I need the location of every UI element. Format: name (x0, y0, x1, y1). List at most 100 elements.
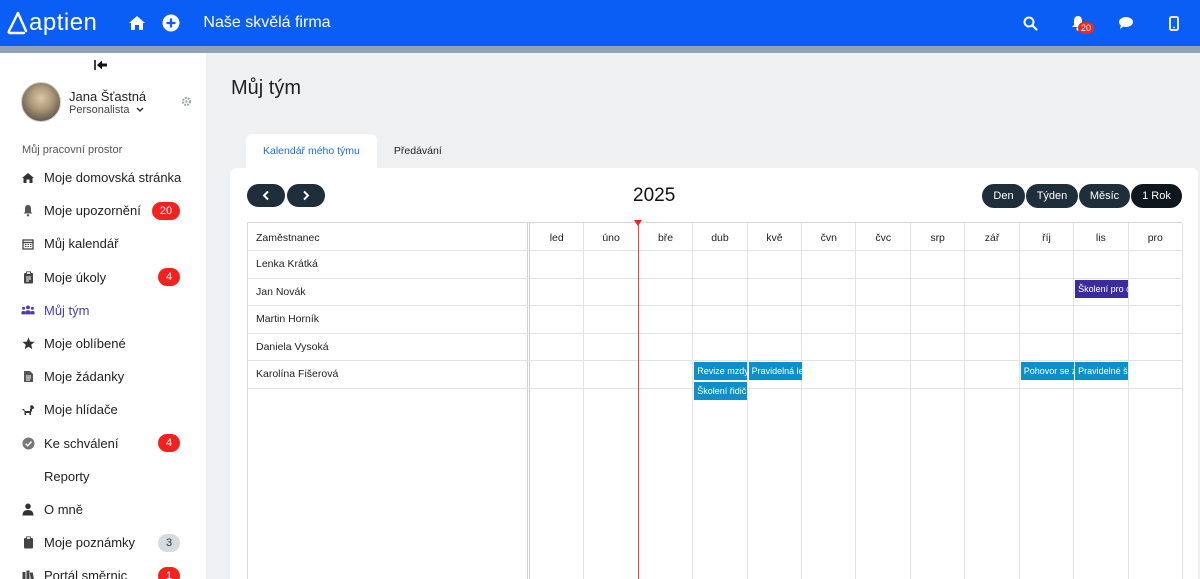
view-year-button[interactable]: 1 Rok (1131, 184, 1182, 208)
sidebar-item-label: Moje hlídače (44, 402, 118, 418)
tab-team-calendar[interactable]: Kalendář mého týmu (246, 134, 377, 168)
next-year-button[interactable] (287, 184, 325, 207)
user-profile[interactable]: Jana Šťastná Personalista (21, 82, 146, 122)
view-day-button[interactable]: Den (982, 184, 1025, 208)
month-label: lis (1095, 232, 1106, 244)
month-column: úno (584, 223, 639, 579)
tabs: Kalendář mého týmu Předávání (246, 134, 459, 168)
sidebar-item-label: Reporty (44, 468, 90, 484)
sidebar-item-approvals[interactable]: Ke schválení 4 (0, 427, 206, 460)
employee-name[interactable]: Karolína Fišerová (256, 368, 338, 380)
sidebar-item-about-me[interactable]: O mně (0, 493, 206, 526)
month-column: led (530, 223, 585, 579)
home-icon (21, 171, 35, 185)
avatar[interactable] (21, 82, 61, 122)
sidebar-item-label: Můj kalendář (44, 236, 119, 252)
month-column: čvn (802, 223, 857, 579)
sidebar-item-label: Můj tým (44, 302, 90, 318)
month-column: srp (911, 223, 966, 579)
view-month-button[interactable]: Měsíc (1079, 184, 1130, 208)
tasks-count-badge: 4 (158, 268, 180, 287)
row-divider (248, 277, 1183, 279)
add-icon[interactable] (159, 11, 183, 35)
today-marker (633, 220, 642, 226)
chevron-down-icon (136, 106, 144, 112)
aptien-logo[interactable]: aptien (6, 0, 97, 46)
star-icon (21, 337, 35, 351)
sidebar-item-policy-portal[interactable]: Portál směrnic 1 (0, 559, 206, 579)
sidebar: Jana Šťastná Personalista Můj pracovní p… (0, 53, 206, 579)
home-icon[interactable] (125, 11, 149, 35)
month-label: zář (984, 232, 1000, 244)
books-icon (21, 569, 35, 579)
sidebar-item-label: Ke schválení (44, 435, 119, 451)
month-column: čvc (857, 223, 911, 579)
notes-count-badge: 3 (158, 533, 180, 552)
today-line (637, 223, 639, 579)
prev-year-button[interactable] (247, 184, 285, 207)
sidebar-item-reports[interactable]: Reporty (0, 460, 206, 493)
month-column: zář (965, 223, 1020, 579)
approvals-count-badge: 4 (158, 434, 180, 453)
calendar-panel: 2025 Den Týden Měsíc 1 Rok Zaměstnanec l… (230, 168, 1198, 579)
dog-icon (21, 403, 35, 417)
month-column: dub (693, 223, 748, 579)
company-name[interactable]: Naše skvělá firma (203, 14, 330, 32)
calendar-event[interactable]: Pravidelná le (748, 362, 802, 381)
search-icon[interactable] (1018, 11, 1042, 35)
sidebar-item-team[interactable]: Můj tým (0, 294, 206, 327)
employee-header: Zaměstnanec (256, 232, 320, 244)
row-divider (248, 305, 1183, 307)
notifications-badge: 20 (1078, 22, 1095, 34)
view-week-button[interactable]: Týden (1026, 184, 1078, 208)
top-bar: aptien Naše skvělá firma 20 (0, 0, 1200, 46)
sidebar-item-notes[interactable]: Moje poznámky 3 (0, 526, 206, 559)
month-label: kvě (766, 232, 783, 244)
notifications-bell-icon[interactable]: 20 (1066, 11, 1095, 35)
sidebar-item-tasks[interactable]: Moje úkoly 4 (0, 261, 206, 294)
collapse-sidebar-icon[interactable] (93, 58, 109, 72)
workspace-title: Můj pracovní prostor (22, 144, 123, 156)
sidebar-item-label: Moje úkoly (44, 269, 107, 285)
chevron-left-icon (262, 190, 269, 201)
month-column: pro (1129, 223, 1183, 579)
tab-handover[interactable]: Předávání (377, 134, 459, 168)
month-label: úno (602, 232, 620, 244)
sidebar-item-watchers[interactable]: Moje hlídače (0, 393, 206, 426)
sidebar-item-notifications[interactable]: Moje upozornění 20 (0, 194, 206, 227)
sidebar-menu: Moje domovská stránka Moje upozornění 20… (0, 161, 206, 579)
chat-icon[interactable] (1114, 11, 1138, 35)
topbar-divider (0, 46, 1200, 53)
month-label: led (549, 232, 564, 244)
calendar-event[interactable]: Revize mzdy (694, 362, 748, 381)
view-switcher: Den Týden Měsíc 1 Rok (981, 184, 1182, 208)
row-divider (248, 250, 1183, 251)
month-label: čvc (875, 232, 892, 244)
sidebar-item-label: Moje domovská stránka (44, 170, 182, 186)
employee-name[interactable]: Lenka Krátká (256, 258, 318, 270)
sidebar-item-home[interactable]: Moje domovská stránka (0, 161, 206, 194)
calendar-event[interactable]: Školení řidič (694, 382, 748, 401)
calendar-icon (21, 237, 35, 251)
mobile-icon[interactable] (1162, 11, 1186, 35)
check-circle-icon (21, 436, 35, 450)
sidebar-item-label: O mně (44, 501, 84, 517)
sidebar-item-favorites[interactable]: Moje oblíbené (0, 327, 206, 360)
employee-name[interactable]: Martin Horník (256, 313, 319, 325)
gear-icon[interactable] (181, 94, 192, 112)
employee-name[interactable]: Daniela Vysoká (256, 341, 329, 353)
sidebar-item-label: Portál směrnic (44, 568, 128, 579)
month-label: bře (657, 232, 674, 244)
sidebar-item-calendar[interactable]: Můj kalendář (0, 227, 206, 260)
sidebar-item-requests[interactable]: Moje žádanky (0, 360, 206, 393)
month-column: bře (639, 223, 694, 579)
user-role-dropdown[interactable]: Personalista (69, 104, 146, 116)
calendar-event[interactable]: Pravidelné š (1075, 362, 1129, 381)
calendar-year: 2025 (633, 185, 676, 206)
row-divider (248, 360, 1183, 362)
calendar-event[interactable]: Pohovor se z (1020, 362, 1074, 381)
calendar-event[interactable]: Školení pro d (1075, 279, 1129, 298)
bell-icon (21, 204, 35, 218)
employee-name[interactable]: Jan Novák (256, 286, 306, 298)
month-label: říj (1042, 232, 1051, 244)
